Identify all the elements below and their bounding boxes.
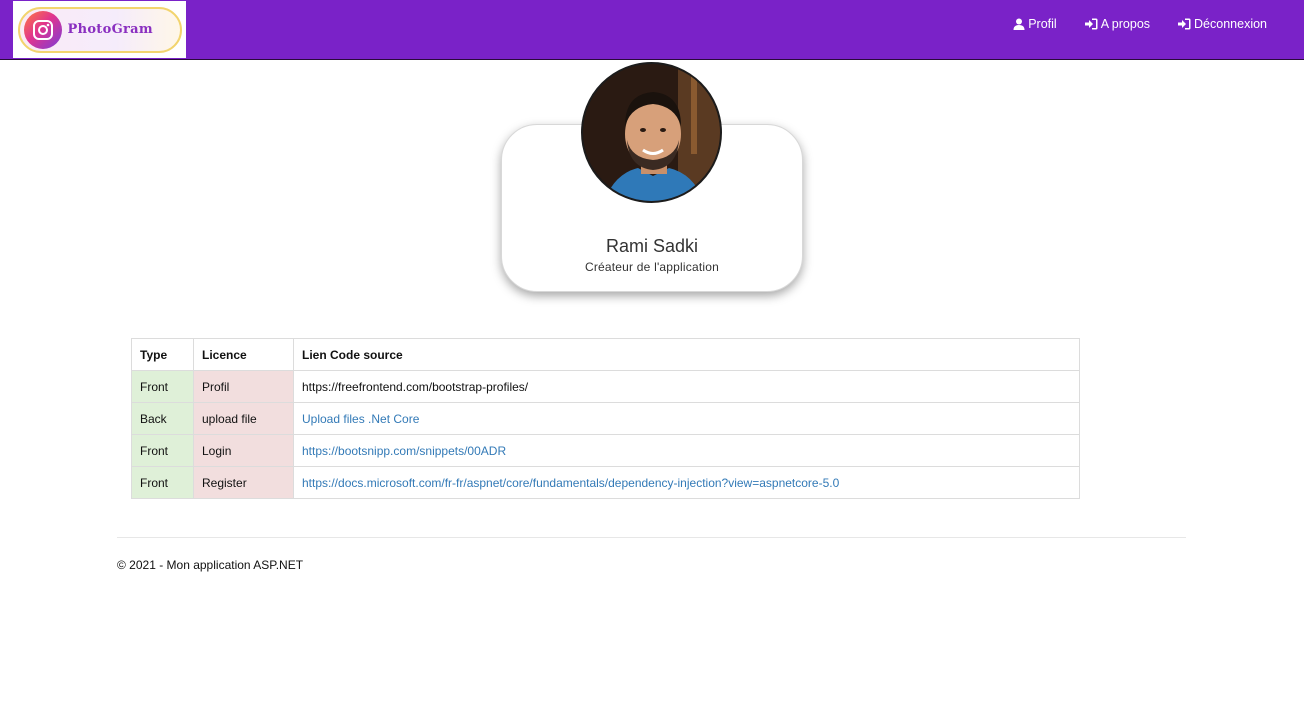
- table-row: Front Register https://docs.microsoft.co…: [131, 466, 1080, 499]
- footer-divider: [117, 537, 1186, 538]
- source-table: Type Licence Lien Code source Front Prof…: [131, 338, 1080, 499]
- navbar: PhotoGram Profil A propos Déconnexion: [0, 0, 1304, 60]
- cell-link: https://freefrontend.com/bootstrap-profi…: [293, 370, 1080, 403]
- cell-link[interactable]: https://docs.microsoft.com/fr-fr/aspnet/…: [293, 466, 1080, 499]
- cell-type: Back: [131, 402, 194, 435]
- header-lien: Lien Code source: [293, 338, 1080, 371]
- cell-type: Front: [131, 370, 194, 403]
- instagram-camera-icon: [23, 10, 62, 49]
- cell-type: Front: [131, 466, 194, 499]
- nav-link-label: Déconnexion: [1194, 17, 1267, 31]
- table-row: Front Login https://bootsnipp.com/snippe…: [131, 434, 1080, 467]
- profile-name: Rami Sadki: [605, 236, 699, 256]
- user-icon: [1013, 18, 1025, 30]
- brand-pill: PhotoGram: [17, 6, 182, 53]
- nav-links: Profil A propos Déconnexion: [1013, 0, 1304, 48]
- nav-link-deconnexion[interactable]: Déconnexion: [1178, 17, 1267, 31]
- nav-link-label: Profil: [1028, 17, 1057, 31]
- cell-type: Front: [131, 434, 194, 467]
- header-licence: Licence: [193, 338, 294, 371]
- cell-link[interactable]: https://bootsnipp.com/snippets/00ADR: [293, 434, 1080, 467]
- sign-in-icon: [1084, 18, 1098, 30]
- cell-licence: upload file: [193, 402, 294, 435]
- cell-licence: Profil: [193, 370, 294, 403]
- profile-role: Créateur de l'application: [584, 260, 720, 274]
- footer-text: © 2021 - Mon application ASP.NET: [117, 558, 304, 572]
- nav-link-profil[interactable]: Profil: [1013, 17, 1057, 31]
- nav-link-label: A propos: [1100, 17, 1151, 31]
- cell-licence: Login: [193, 434, 294, 467]
- header-type: Type: [131, 338, 194, 371]
- avatar: [581, 62, 722, 203]
- nav-link-a-propos[interactable]: A propos: [1084, 17, 1151, 31]
- brand-text: PhotoGram: [67, 22, 153, 37]
- cell-link[interactable]: Upload files .Net Core: [293, 402, 1080, 435]
- table-row: Front Profil https://freefrontend.com/bo…: [131, 370, 1080, 403]
- brand-logo[interactable]: PhotoGram: [13, 1, 186, 58]
- cell-licence: Register: [193, 466, 294, 499]
- sign-in-icon: [1178, 18, 1191, 30]
- table-row: Back upload file Upload files .Net Core: [131, 402, 1080, 435]
- table-header-row: Type Licence Lien Code source: [131, 338, 1080, 371]
